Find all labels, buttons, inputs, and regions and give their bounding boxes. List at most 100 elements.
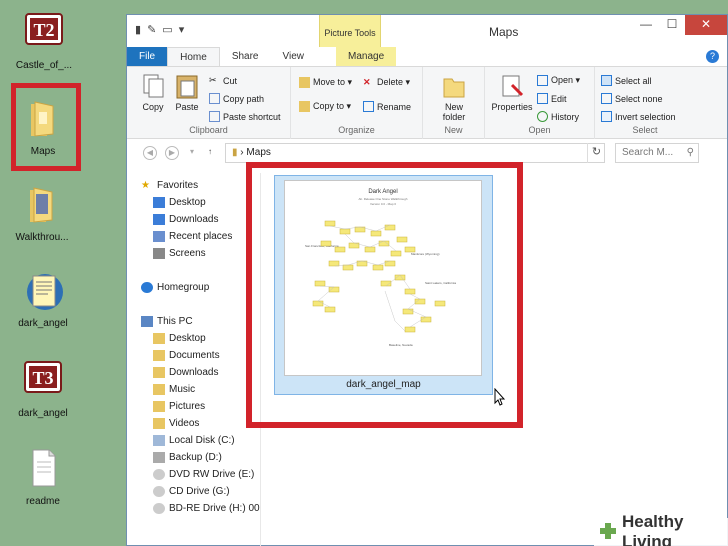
picture-tools-context: Picture Tools [319, 15, 381, 47]
recent-dropdown-icon[interactable]: ▾ [185, 146, 199, 160]
navigation-pane: ★ Favorites Desktop Downloads Recent plac… [127, 173, 261, 546]
close-button[interactable]: ✕ [685, 15, 727, 35]
help-icon[interactable]: ? [706, 50, 719, 63]
edit-button[interactable]: Edit [537, 93, 567, 104]
disc-icon [153, 486, 165, 497]
nav-bd[interactable]: BD-RE Drive (H:) 000 [153, 500, 260, 517]
search-input[interactable]: Search M... ⚲ [615, 143, 699, 163]
properties-icon [500, 73, 524, 99]
clipboard-group: Copy Paste ✂ Cut Copy path Paste shortcut… [127, 67, 291, 139]
nav-fav-downloads[interactable]: Downloads [153, 211, 218, 228]
up-arrow-icon[interactable]: ↑ [203, 146, 217, 160]
folder-icon [153, 418, 165, 429]
properties-small-icon[interactable]: ✎ [147, 23, 156, 36]
minimize-button[interactable]: — [633, 15, 659, 35]
folder-icon [153, 350, 165, 361]
history-button[interactable]: History [537, 111, 579, 122]
copy-button[interactable]: Copy [135, 73, 171, 112]
folder-icon [153, 367, 165, 378]
desktop-icon-dark-angel-t3[interactable]: T3 dark_angel [3, 360, 83, 419]
cut-button[interactable]: ✂ Cut [209, 75, 237, 86]
address-path: Maps [246, 147, 271, 158]
copy-to-button[interactable]: Copy to ▾ [299, 101, 351, 112]
tab-share[interactable]: Share [220, 47, 271, 66]
desktop-icon-label: dark_angel [18, 318, 68, 329]
copy-to-icon [299, 101, 310, 112]
watermark: Healthy Living [594, 512, 728, 546]
maximize-button[interactable]: ☐ [659, 15, 685, 35]
desktop-icon-dark-angel-doc[interactable]: dark_angel [3, 270, 83, 329]
select-all-icon [601, 75, 612, 86]
rename-button[interactable]: Rename [363, 101, 411, 112]
recent-places-icon [153, 231, 165, 242]
folder-small-icon: ▮ [232, 147, 238, 158]
nav-pc-music[interactable]: Music [153, 381, 195, 398]
paste-shortcut-button[interactable]: Paste shortcut [209, 111, 281, 122]
nav-fav-recent[interactable]: Recent places [153, 228, 232, 245]
scissors-icon: ✂ [209, 75, 217, 85]
nav-backup[interactable]: Backup (D:) [153, 449, 222, 466]
folder-small-icon[interactable]: ▮ [135, 23, 141, 36]
nav-cd[interactable]: CD Drive (G:) [153, 483, 230, 500]
nav-favorites[interactable]: ★ Favorites [141, 177, 198, 194]
open-icon [537, 75, 548, 86]
forward-arrow-icon[interactable]: ▶ [165, 146, 179, 160]
drive-icon [153, 435, 165, 446]
select-none-icon [601, 93, 612, 104]
homegroup-icon [141, 282, 153, 293]
desktop-icon-walkthrough[interactable]: Walkthrou... [2, 184, 82, 243]
address-bar[interactable]: ▮ › Maps [225, 143, 605, 163]
back-arrow-icon[interactable]: ◀ [143, 146, 157, 160]
quick-access-toolbar: ▮ ✎ ▭ ▾ [135, 23, 184, 36]
delete-button[interactable]: ✕ Delete ▾ [363, 77, 410, 88]
select-all-button[interactable]: Select all [601, 75, 652, 86]
tab-file[interactable]: File [127, 47, 168, 66]
copy-path-icon [209, 93, 220, 104]
watermark-text: Healthy Living [622, 512, 684, 546]
desktop-icon [153, 197, 165, 208]
nav-dvd[interactable]: DVD RW Drive (E:) [153, 466, 254, 483]
desktop-icon-readme[interactable]: readme [3, 448, 83, 507]
nav-homegroup[interactable]: Homegroup [141, 279, 209, 296]
nav-pc-pictures[interactable]: Pictures [153, 398, 205, 415]
tab-manage[interactable]: Manage [336, 47, 397, 66]
new-folder-icon [442, 73, 466, 99]
nav-this-pc[interactable]: This PC [141, 313, 193, 330]
desktop-icon-label: readme [26, 496, 60, 507]
paste-button[interactable]: Paste [169, 73, 205, 112]
desktop-icon-maps[interactable]: Maps [3, 98, 83, 157]
nav-pc-desktop[interactable]: Desktop [153, 330, 206, 347]
nav-fav-screens[interactable]: Screens [153, 245, 206, 262]
window-controls: — ☐ ✕ [633, 15, 727, 35]
new-folder-small-icon[interactable]: ▭ [162, 23, 172, 36]
open-button[interactable]: Open ▾ [537, 75, 580, 86]
qat-dropdown-icon[interactable]: ▾ [179, 23, 185, 36]
folder-icon [153, 333, 165, 344]
nav-pc-videos[interactable]: Videos [153, 415, 199, 432]
search-icon: ⚲ [686, 147, 694, 158]
tab-home[interactable]: Home [167, 47, 220, 66]
properties-button[interactable]: Properties [489, 73, 535, 112]
tab-view[interactable]: View [271, 47, 317, 66]
nav-pc-downloads[interactable]: Downloads [153, 364, 218, 381]
open-group: Properties Open ▾ Edit History Open [485, 67, 595, 139]
title-bar: ▮ ✎ ▭ ▾ Picture Tools Maps — ☐ ✕ [127, 15, 727, 47]
invert-selection-button[interactable]: Invert selection [601, 111, 676, 122]
move-to-icon [299, 77, 310, 88]
nav-fav-desktop[interactable]: Desktop [153, 194, 206, 211]
nav-pc-documents[interactable]: Documents [153, 347, 220, 364]
folder-icon [153, 384, 165, 395]
copy-path-button[interactable]: Copy path [209, 93, 264, 104]
move-to-button[interactable]: Move to ▾ [299, 77, 352, 88]
mouse-cursor-icon [494, 387, 506, 409]
select-none-button[interactable]: Select none [601, 93, 663, 104]
nav-local-disk[interactable]: Local Disk (C:) [153, 432, 235, 449]
select-group: Select all Select none Invert selection … [595, 67, 695, 139]
new-folder-button[interactable]: New folder [431, 73, 477, 122]
folder-icon [22, 184, 62, 228]
invert-selection-icon [601, 111, 612, 122]
desktop-icon-castle[interactable]: T2 Castle_of_... [4, 12, 84, 71]
desktop-icon-label: Walkthrou... [15, 232, 69, 243]
refresh-icon[interactable]: ↻ [587, 143, 605, 163]
paste-shortcut-icon [209, 111, 220, 122]
